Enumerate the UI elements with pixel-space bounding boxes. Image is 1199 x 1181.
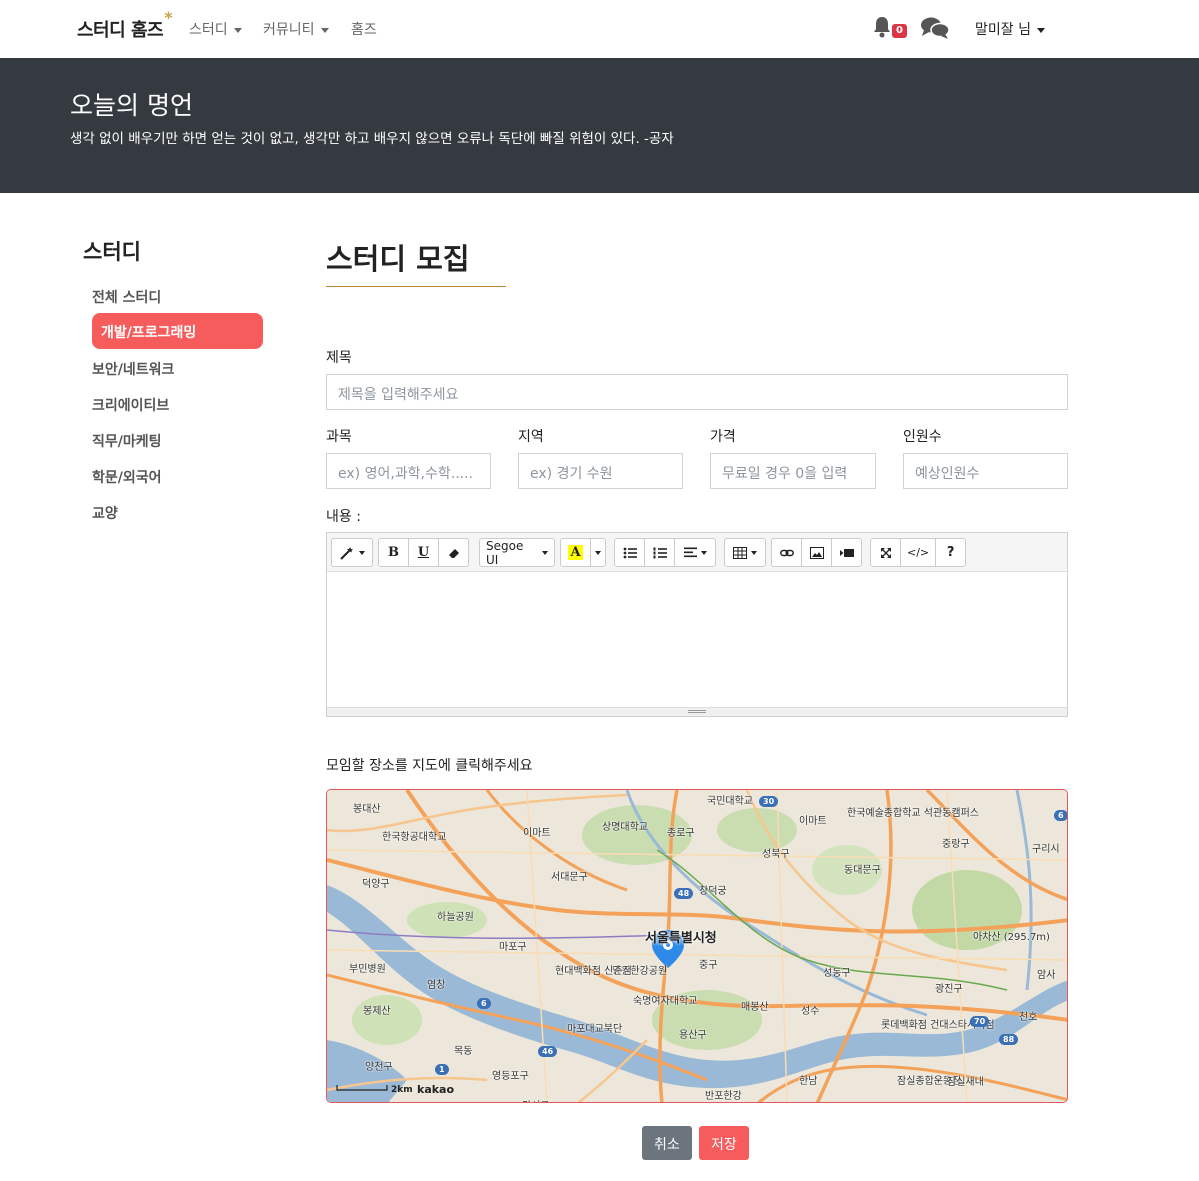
price-input[interactable]: 무료일 경우 0을 입력 bbox=[710, 453, 876, 489]
people-label: 인원수 bbox=[903, 429, 942, 445]
price-label: 가격 bbox=[710, 429, 736, 445]
expand-icon bbox=[880, 547, 891, 558]
bullet-list-icon bbox=[623, 547, 637, 558]
chat-bubbles-icon[interactable] bbox=[920, 16, 950, 40]
style-magic-button[interactable] bbox=[331, 538, 373, 567]
title-underline bbox=[326, 286, 506, 287]
map-instruction: 모임할 장소를 지도에 클릭해주세요 bbox=[326, 758, 533, 774]
rich-text-editor: B U Segoe UI A </> ? bbox=[326, 532, 1068, 717]
chevron-down-icon bbox=[700, 550, 707, 555]
eraser-icon bbox=[448, 548, 459, 558]
sidebar-item-creative[interactable]: 크리에이티브 bbox=[92, 395, 169, 415]
chevron-down-icon bbox=[1036, 27, 1045, 33]
grip-icon bbox=[688, 710, 706, 713]
sidebar-item-security[interactable]: 보안/네트워크 bbox=[92, 359, 174, 379]
editor-toolbar: B U Segoe UI A </> ? bbox=[327, 533, 1067, 572]
chevron-down-icon bbox=[320, 27, 329, 33]
highlight-a-label: A bbox=[568, 545, 583, 560]
video-button[interactable] bbox=[831, 538, 862, 567]
bell-icon[interactable] bbox=[872, 16, 892, 38]
title-input[interactable]: 제목을 입력해주세요 bbox=[326, 374, 1068, 410]
brand-logo[interactable]: 스터디 홈즈 * bbox=[77, 8, 173, 42]
content-label: 내용 : bbox=[326, 509, 361, 525]
sidebar-item-programming[interactable]: 개발/프로그래밍 bbox=[92, 313, 263, 349]
subject-label: 과목 bbox=[326, 429, 352, 445]
eraser-button[interactable] bbox=[438, 538, 469, 567]
nav-homes-link[interactable]: 홈즈 bbox=[351, 19, 377, 39]
cancel-button[interactable]: 취소 bbox=[642, 1126, 692, 1160]
navbar: 스터디 홈즈 * 스터디 커뮤니티 홈즈 0 말미잘 님 bbox=[0, 0, 1199, 58]
nav-study-dropdown[interactable]: 스터디 bbox=[189, 19, 242, 39]
sidebar-title: 스터디 bbox=[83, 240, 141, 264]
nav-community-label: 커뮤니티 bbox=[263, 22, 315, 38]
brand-name: 스터디 홈즈 bbox=[77, 20, 164, 41]
sidebar-item-culture[interactable]: 교양 bbox=[92, 503, 118, 523]
underline-button[interactable]: U bbox=[408, 538, 439, 567]
quote-banner: 오늘의 명언 생각 없이 배우기만 하면 얻는 것이 없고, 생각만 하고 배우… bbox=[0, 58, 1199, 193]
nav-community-dropdown[interactable]: 커뮤니티 bbox=[263, 19, 329, 39]
unordered-list-button[interactable] bbox=[614, 538, 645, 567]
region-input[interactable]: ex) 경기 수원 bbox=[518, 453, 683, 489]
chevron-down-icon bbox=[233, 27, 242, 33]
subject-input[interactable]: ex) 영어,과학,수학..... bbox=[326, 453, 491, 489]
link-button[interactable] bbox=[771, 538, 802, 567]
chevron-down-icon bbox=[751, 550, 757, 555]
brand-star: * bbox=[164, 8, 173, 27]
font-name: Segoe UI bbox=[486, 538, 524, 567]
magic-wand-icon bbox=[340, 546, 353, 560]
align-left-icon bbox=[683, 547, 697, 558]
people-input[interactable]: 예상인원수 bbox=[903, 453, 1068, 489]
location-map[interactable]: 봉대산 한국항공대학교 이마트 상명대학교 종로구 국민대학교 이마트 한국예술종합학교 석관… bbox=[326, 789, 1068, 1103]
picture-icon bbox=[809, 546, 824, 559]
highlight-color-button[interactable]: A bbox=[560, 538, 591, 567]
page-title: 스터디 모집 bbox=[326, 242, 470, 276]
paragraph-align-button[interactable] bbox=[674, 538, 716, 567]
chevron-down-icon bbox=[359, 550, 365, 555]
editor-content-area[interactable] bbox=[327, 572, 1067, 707]
chevron-down-icon bbox=[542, 550, 548, 555]
video-icon bbox=[839, 548, 854, 557]
nav-study-label: 스터디 bbox=[189, 22, 228, 38]
user-menu[interactable]: 말미잘 님 bbox=[975, 19, 1045, 39]
title-label: 제목 bbox=[326, 350, 352, 366]
quote-title: 오늘의 명언 bbox=[70, 91, 193, 120]
table-icon bbox=[733, 546, 747, 559]
ordered-list-button[interactable] bbox=[644, 538, 675, 567]
code-view-button[interactable]: </> bbox=[900, 538, 937, 567]
color-dropdown-button[interactable] bbox=[590, 538, 606, 567]
help-button[interactable]: ? bbox=[935, 538, 967, 567]
save-button[interactable]: 저장 bbox=[699, 1126, 749, 1160]
image-button[interactable] bbox=[801, 538, 832, 567]
nav-homes-label: 홈즈 bbox=[351, 22, 377, 38]
sidebar-item-marketing[interactable]: 직무/마케팅 bbox=[92, 431, 162, 451]
table-button[interactable] bbox=[724, 538, 766, 567]
notification-badge: 0 bbox=[892, 24, 907, 38]
user-name: 말미잘 님 bbox=[975, 22, 1031, 38]
map-canvas[interactable] bbox=[327, 790, 1068, 1103]
sidebar-item-language[interactable]: 학문/외국어 bbox=[92, 467, 162, 487]
editor-resize-handle[interactable] bbox=[327, 707, 1067, 716]
region-label: 지역 bbox=[518, 429, 544, 445]
fullscreen-button[interactable] bbox=[870, 538, 901, 567]
link-icon bbox=[779, 549, 794, 556]
numbered-list-icon bbox=[653, 547, 667, 558]
quote-text: 생각 없이 배우기만 하면 얻는 것이 없고, 생각만 하고 배우지 않으면 오… bbox=[70, 131, 674, 147]
font-family-select[interactable]: Segoe UI bbox=[479, 538, 555, 567]
chevron-down-icon bbox=[595, 550, 601, 555]
bold-button[interactable]: B bbox=[378, 538, 409, 567]
sidebar-item-all[interactable]: 전체 스터디 bbox=[92, 287, 161, 307]
